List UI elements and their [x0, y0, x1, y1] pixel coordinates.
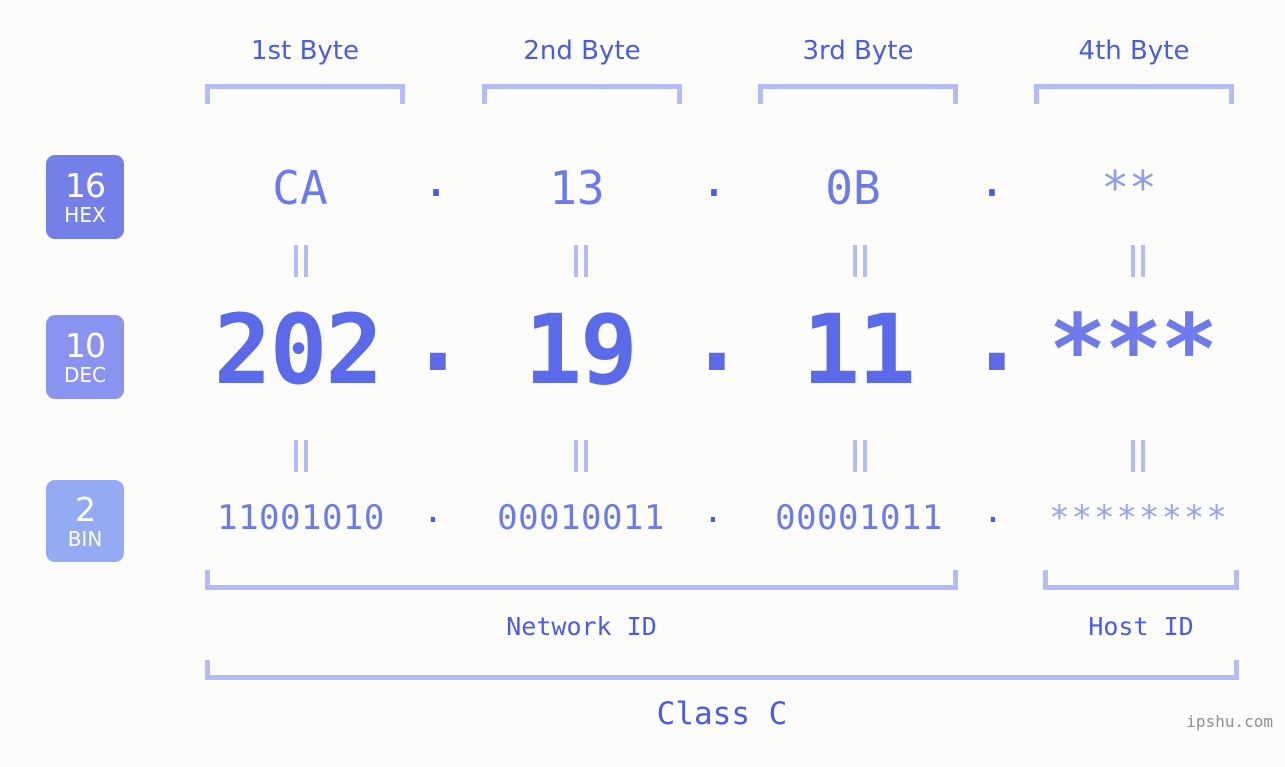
byte-header-3: 3rd Byte: [802, 36, 914, 66]
class-label: Class C: [656, 696, 788, 732]
host-id-bracket: [1043, 570, 1239, 590]
hex-byte-4-masked: **: [1101, 161, 1157, 215]
byte-bracket-3: [758, 84, 958, 104]
bin-byte-3: 00001011: [775, 498, 943, 538]
class-bracket: [205, 660, 1239, 680]
equals-connector-1: [290, 245, 312, 277]
dec-byte-3: 11: [802, 294, 916, 406]
dec-separator-3: .: [968, 281, 1026, 393]
watermark: ipshu.com: [1186, 712, 1273, 731]
hex-separator-1: .: [422, 153, 450, 207]
dec-byte-1: 202: [213, 294, 383, 406]
hex-separator-2: .: [700, 153, 728, 207]
base-badge-hex-abbr: HEX: [64, 203, 106, 227]
dec-separator-2: .: [688, 281, 746, 393]
base-badge-hex: 16 HEX: [46, 155, 124, 239]
bin-byte-2: 00010011: [497, 498, 665, 538]
equals-connector-7: [849, 440, 871, 472]
hex-byte-1: CA: [272, 161, 328, 215]
equals-connector-6: [570, 440, 592, 472]
byte-bracket-1: [205, 84, 405, 104]
base-badge-hex-number: 16: [65, 166, 106, 205]
network-id-bracket: [205, 570, 958, 590]
equals-connector-3: [849, 245, 871, 277]
bin-byte-4-masked: ********: [1049, 498, 1229, 538]
base-badge-dec-number: 10: [65, 326, 106, 365]
hex-byte-2: 13: [549, 161, 605, 215]
bin-separator-1: .: [422, 491, 444, 531]
byte-bracket-4: [1034, 84, 1234, 104]
hex-byte-3: 0B: [825, 161, 881, 215]
base-badge-dec: 10 DEC: [46, 315, 124, 399]
byte-header-4: 4th Byte: [1078, 36, 1190, 66]
host-id-label: Host ID: [1088, 612, 1194, 641]
equals-connector-4: [1127, 245, 1149, 277]
dec-byte-4-masked: ***: [1048, 294, 1218, 406]
equals-connector-5: [290, 440, 312, 472]
byte-header-1: 1st Byte: [251, 36, 359, 66]
base-badge-bin-abbr: BIN: [67, 527, 103, 551]
byte-header-2: 2nd Byte: [523, 36, 641, 66]
network-id-label: Network ID: [506, 612, 657, 641]
bin-separator-2: .: [702, 491, 724, 531]
hex-separator-3: .: [978, 153, 1006, 207]
byte-bracket-2: [482, 84, 682, 104]
base-badge-bin: 2 BIN: [46, 480, 124, 562]
base-badge-bin-number: 2: [75, 490, 96, 529]
ip-breakdown-diagram: 1st Byte 2nd Byte 3rd Byte 4th Byte 16 H…: [0, 0, 1285, 767]
dec-byte-2: 19: [524, 294, 638, 406]
base-badge-dec-abbr: DEC: [63, 363, 106, 387]
dec-separator-1: .: [409, 281, 467, 393]
equals-connector-2: [570, 245, 592, 277]
bin-byte-1: 11001010: [217, 498, 385, 538]
equals-connector-8: [1127, 440, 1149, 472]
bin-separator-3: .: [982, 491, 1004, 531]
